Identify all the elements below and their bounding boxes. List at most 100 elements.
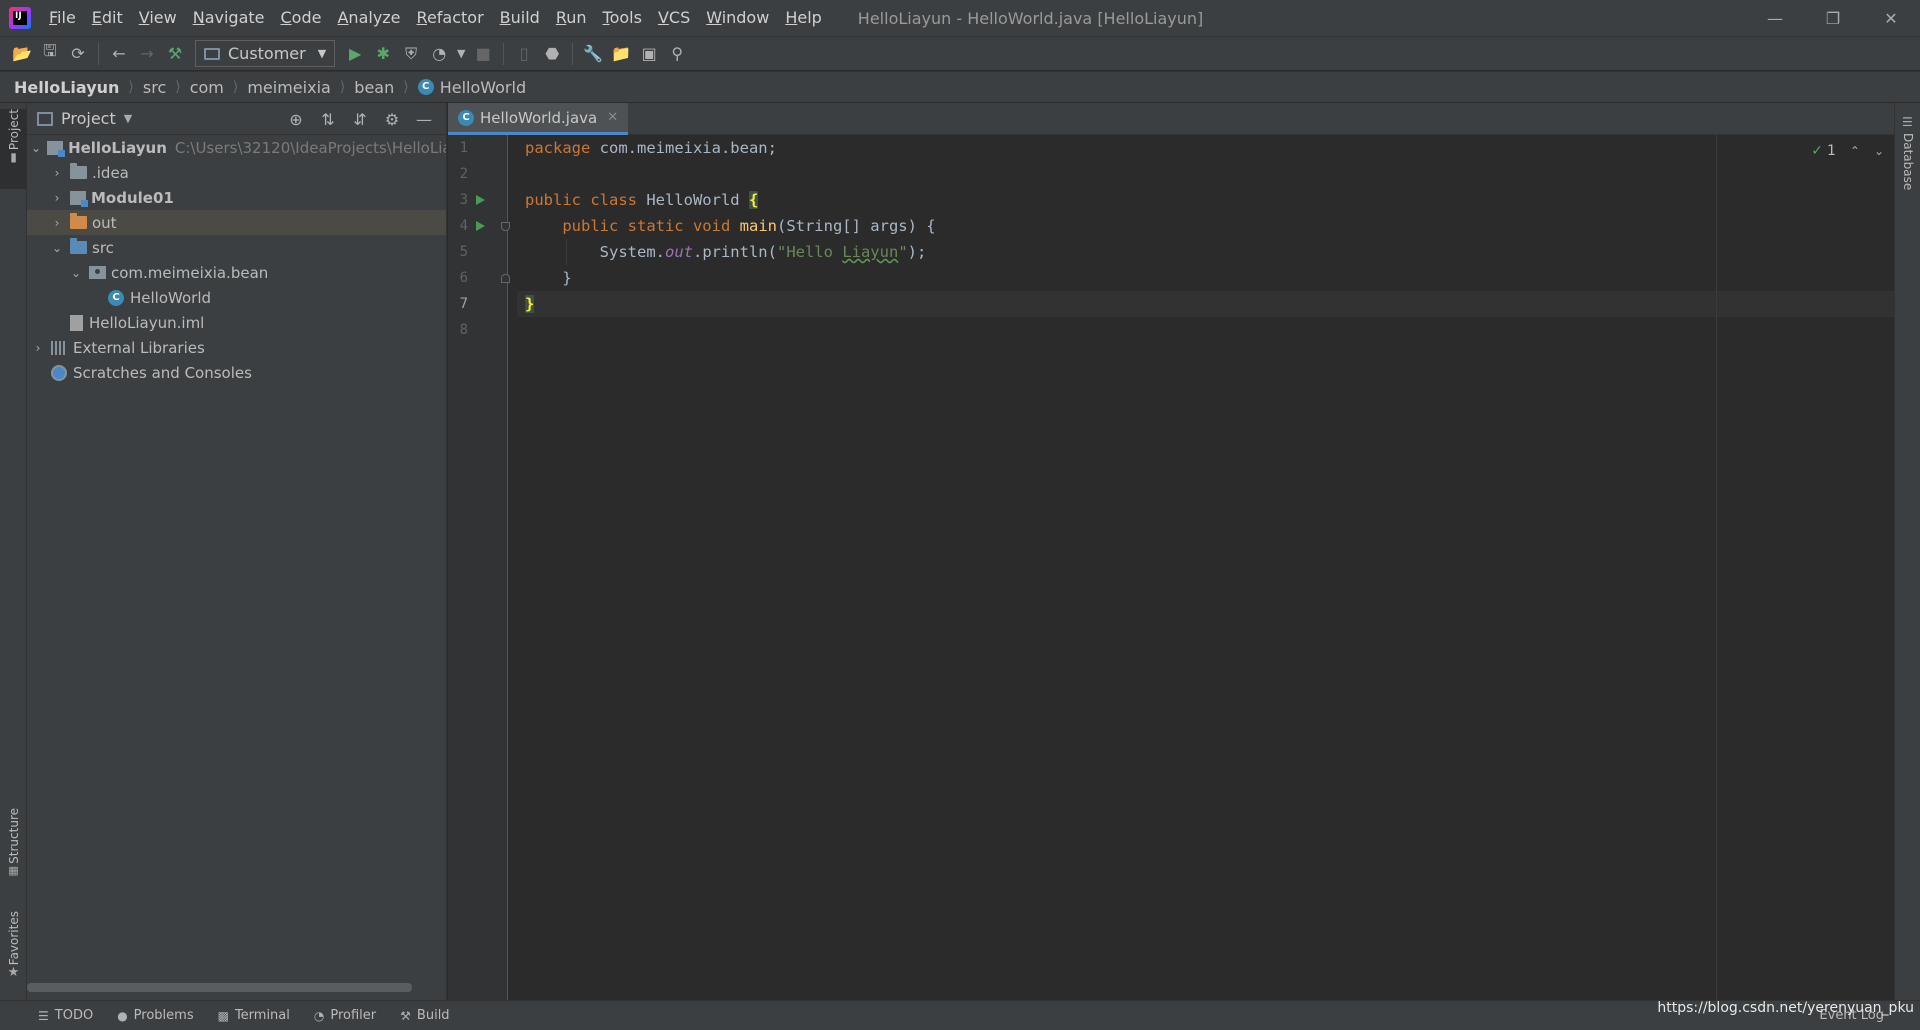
project-tool-button[interactable]: Project ▮ — [0, 109, 27, 189]
chevron-right-icon[interactable]: › — [50, 166, 64, 180]
run-class-gutter-icon[interactable] — [476, 195, 485, 205]
menu-vcs[interactable]: VCS — [650, 0, 698, 36]
tree-item-iml[interactable]: HelloLiayun.iml — [27, 310, 446, 335]
todo-tool-button[interactable]: ☰ TODO — [38, 1008, 93, 1023]
close-tab-icon[interactable]: ✕ — [607, 110, 618, 125]
open-folder-icon[interactable]: 📂 — [8, 40, 36, 68]
tree-item-idea[interactable]: › .idea — [27, 160, 446, 185]
menu-build[interactable]: Build — [492, 0, 548, 36]
menu-navigate[interactable]: Navigate — [185, 0, 273, 36]
run-configuration-dropdown[interactable]: Customer ▼ — [195, 40, 336, 67]
search-icon[interactable]: ⚲ — [663, 40, 691, 68]
line-number: 6 — [459, 270, 468, 286]
chevron-down-icon[interactable]: ⌄ — [69, 266, 83, 280]
restore-icon[interactable]: ❐ — [1804, 0, 1862, 36]
run-icon[interactable]: ▶ — [341, 40, 369, 68]
hide-panel-icon[interactable]: — — [408, 110, 440, 129]
chevron-right-icon[interactable]: › — [50, 191, 64, 205]
editor-tabs: C HelloWorld.java ✕ — [448, 103, 1894, 135]
menu-analyze[interactable]: Analyze — [329, 0, 408, 36]
tree-item-module01[interactable]: › Module01 — [27, 185, 446, 210]
minimize-icon[interactable]: — — [1746, 0, 1804, 36]
code-area[interactable]: package com.meimeixia.bean; public class… — [517, 135, 1894, 1000]
run-main-gutter-icon[interactable] — [476, 221, 485, 231]
terminal-tool-button[interactable]: ▩ Terminal — [218, 1008, 290, 1023]
back-arrow-icon[interactable]: ← — [105, 40, 133, 68]
folder-icon — [70, 163, 87, 179]
save-all-icon[interactable]: 🖫 — [36, 40, 64, 68]
profile-icon[interactable]: ◔ — [425, 40, 453, 68]
breadcrumb-src[interactable]: src — [143, 78, 166, 97]
settings-wrench-icon[interactable]: 🔧 — [579, 40, 607, 68]
breadcrumb-project[interactable]: HelloLiayun — [14, 78, 119, 97]
tree-item-helloworld[interactable]: C HelloWorld — [27, 285, 446, 310]
tree-item-scratches[interactable]: Scratches and Consoles — [27, 360, 446, 385]
menu-help[interactable]: Help — [777, 0, 829, 36]
horizontal-scrollbar[interactable] — [27, 983, 412, 992]
build-hammer-icon[interactable]: ⚒ — [161, 40, 189, 68]
chevron-up-icon[interactable]: ⌃ — [1850, 144, 1860, 158]
project-view-selector[interactable]: Project — [61, 109, 116, 128]
menu-refactor[interactable]: Refactor — [409, 0, 492, 36]
fold-marker-icon[interactable] — [501, 274, 510, 283]
structure-tool-button[interactable]: Structure ▦ — [0, 808, 27, 888]
database-icon: ☰ — [1902, 115, 1913, 129]
gear-icon[interactable]: ⚙ — [376, 110, 408, 129]
line-number: 1 — [459, 140, 468, 156]
database-tool-button[interactable]: Database — [1901, 133, 1915, 190]
build-tool-button[interactable]: ⚒ Build — [400, 1008, 449, 1023]
sdk-manager-icon[interactable]: ⬣ — [538, 40, 566, 68]
application-icon — [204, 47, 220, 60]
avd-manager-icon[interactable]: ▯ — [510, 40, 538, 68]
menu-file[interactable]: File — [41, 0, 84, 36]
chevron-down-icon[interactable]: ⌄ — [31, 141, 41, 155]
breadcrumb-bean[interactable]: bean — [354, 78, 394, 97]
debug-bug-icon[interactable]: ✱ — [369, 40, 397, 68]
tab-helloworld-java[interactable]: C HelloWorld.java ✕ — [448, 103, 629, 135]
chevron-down-icon[interactable]: ▼ — [124, 112, 132, 125]
expand-all-icon[interactable]: ⇅ — [312, 110, 344, 129]
forward-arrow-icon[interactable]: → — [133, 40, 161, 68]
profiler-tool-button[interactable]: ◔ Profiler — [314, 1008, 376, 1023]
menu-run[interactable]: Run — [548, 0, 595, 36]
chevron-down-icon[interactable]: ⌄ — [1874, 144, 1884, 158]
breadcrumb-meimeixia[interactable]: meimeixia — [247, 78, 330, 97]
close-icon[interactable]: ✕ — [1862, 0, 1920, 36]
menu-code[interactable]: Code — [273, 0, 330, 36]
breadcrumb-com[interactable]: com — [190, 78, 224, 97]
presentation-icon[interactable]: ▣ — [635, 40, 663, 68]
code-line-5: System.out.println("Hello Liayun"); — [517, 239, 1894, 265]
menu-view[interactable]: View — [131, 0, 185, 36]
chevron-right-icon: ⟩ — [339, 79, 346, 95]
status-bar: ☰ TODO ● Problems ▩ Terminal ◔ Profiler ⚒ Bui… — [0, 1000, 1920, 1030]
chevron-right-icon[interactable]: › — [31, 341, 45, 355]
locate-target-icon[interactable]: ⊕ — [280, 110, 312, 129]
tree-item-project-root[interactable]: ⌄ HelloLiayun C:\Users\32120\IdeaProject… — [27, 135, 446, 160]
inspection-widget[interactable]: ✓ 1 ⌃ ⌄ — [1811, 143, 1884, 159]
menu-window[interactable]: Window — [698, 0, 777, 36]
tree-item-out[interactable]: › out — [27, 210, 446, 235]
line-number: 4 — [459, 218, 468, 234]
stop-icon[interactable]: ■ — [469, 40, 497, 68]
fold-marker-icon[interactable] — [501, 222, 510, 231]
problems-tool-button[interactable]: ● Problems — [117, 1008, 193, 1023]
project-structure-icon[interactable]: 📁 — [607, 40, 635, 68]
coverage-icon[interactable]: ⛨ — [397, 40, 425, 68]
favorites-tool-label: Favorites — [6, 911, 21, 966]
tree-item-src[interactable]: ⌄ src — [27, 235, 446, 260]
static-field: out — [664, 243, 693, 261]
right-margin-guide — [1716, 135, 1717, 1000]
chevron-down-icon[interactable]: ⌄ — [50, 241, 64, 255]
breadcrumb-class[interactable]: HelloWorld — [440, 78, 526, 97]
more-run-chevron-icon[interactable]: ▼ — [453, 40, 469, 68]
sync-icon[interactable]: ⟳ — [64, 40, 92, 68]
tree-item-package[interactable]: ⌄ com.meimeixia.bean — [27, 260, 446, 285]
favorites-tool-button[interactable]: Favorites ★ — [0, 911, 27, 991]
menu-tools[interactable]: Tools — [595, 0, 650, 36]
collapse-all-icon[interactable]: ⇵ — [344, 110, 376, 129]
menu-edit[interactable]: Edit — [84, 0, 131, 36]
chevron-right-icon[interactable]: › — [50, 216, 64, 230]
tree-item-external-libraries[interactable]: › External Libraries — [27, 335, 446, 360]
